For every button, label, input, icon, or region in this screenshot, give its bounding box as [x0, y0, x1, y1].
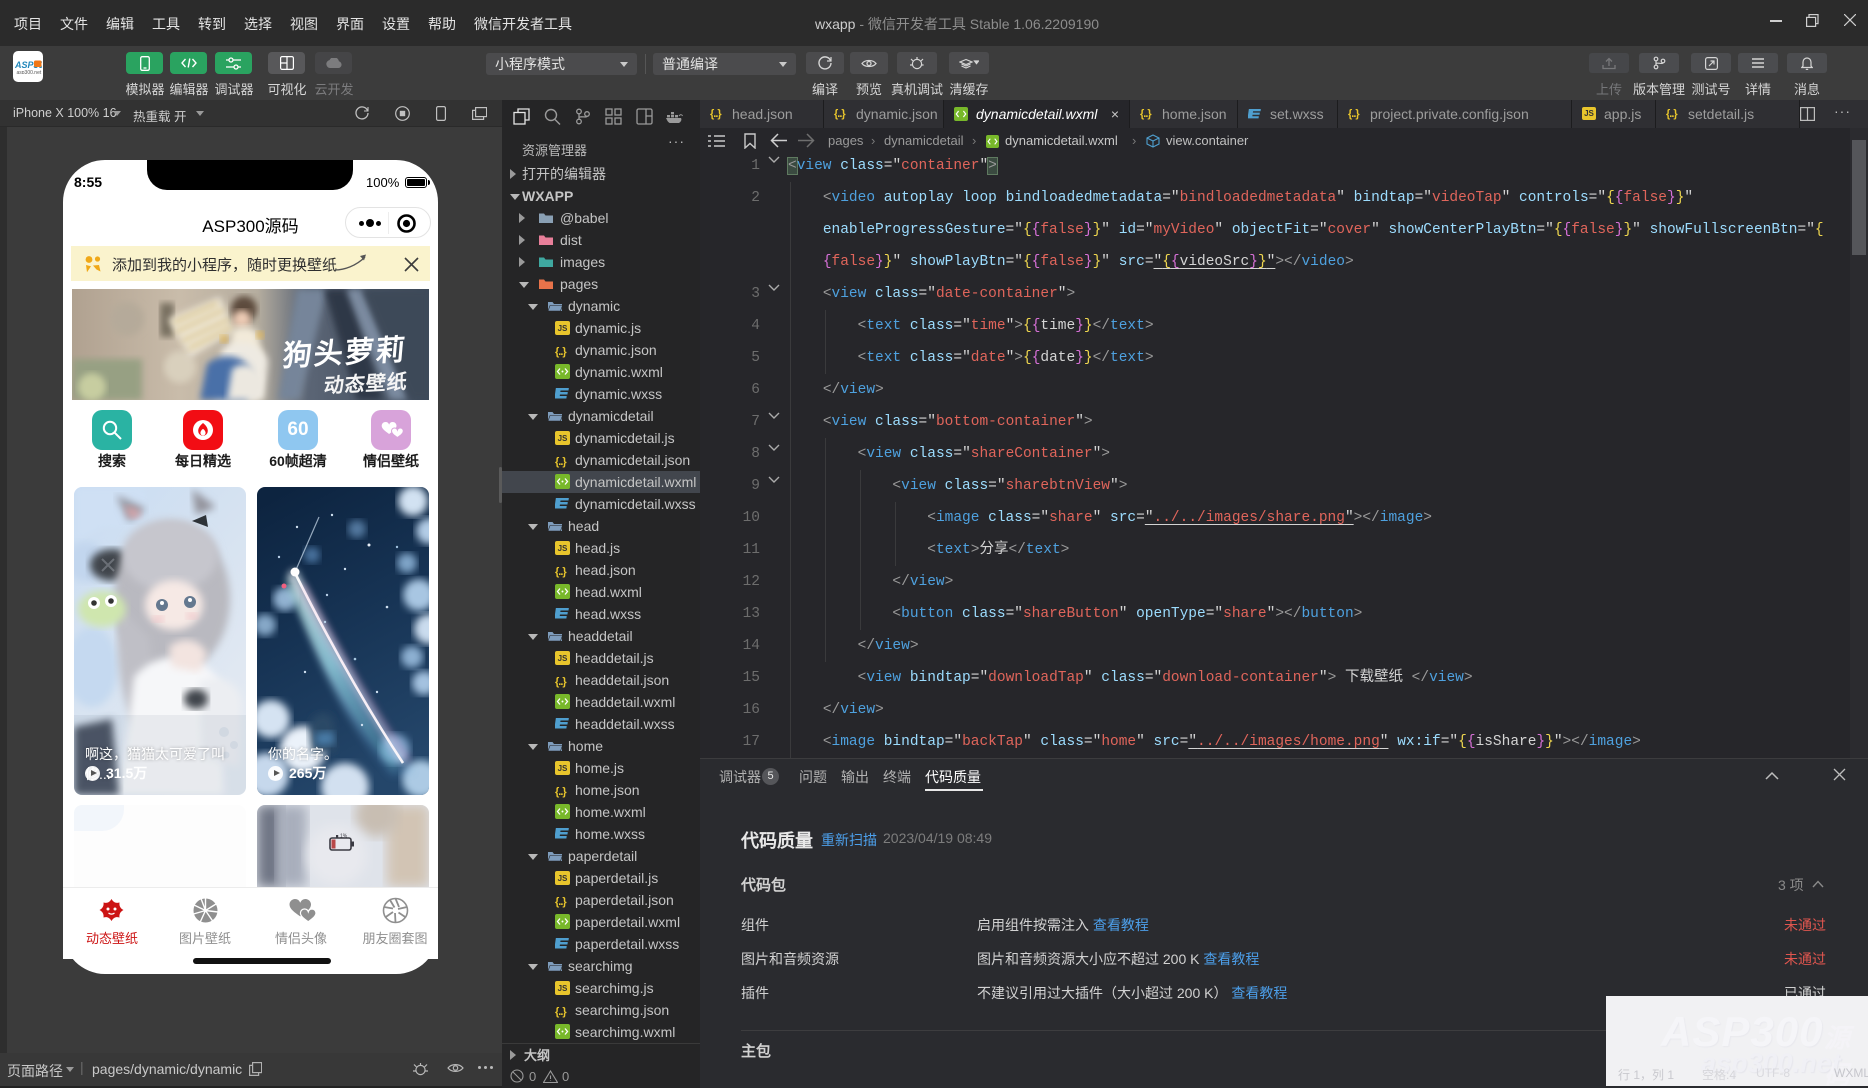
- svg-text:1%: 1%: [340, 834, 348, 840]
- svg-text:asp300.net: asp300.net: [17, 70, 42, 74]
